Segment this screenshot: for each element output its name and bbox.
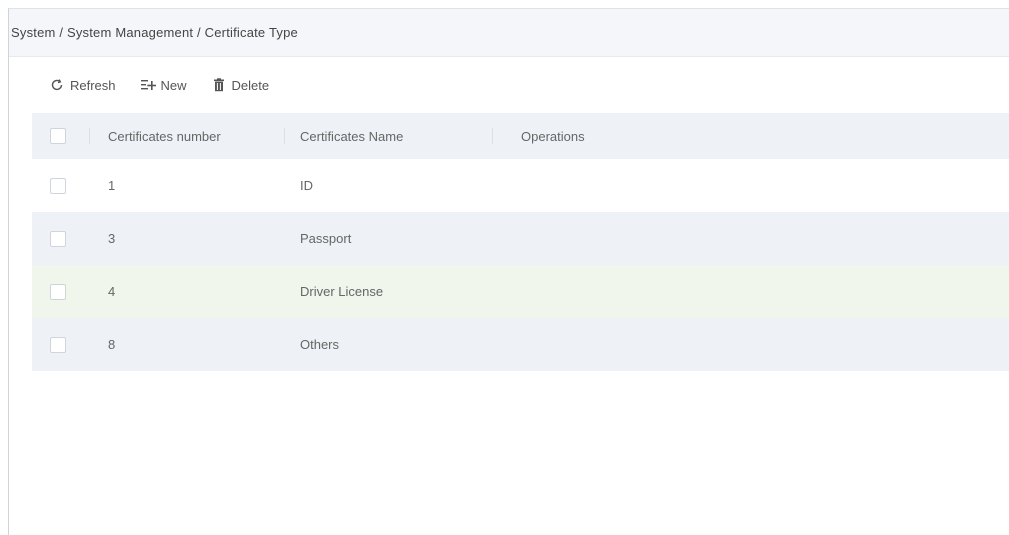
refresh-button[interactable]: Refresh (49, 77, 116, 93)
add-list-icon (140, 77, 156, 93)
row-checkbox[interactable] (50, 283, 66, 300)
breadcrumb-bar: System / System Management / Certificate… (9, 9, 1009, 57)
select-all-checkbox[interactable] (50, 128, 66, 144)
table-header: Certificates number Certificates Name Op… (32, 113, 1009, 159)
new-label: New (160, 77, 187, 93)
breadcrumb: System / System Management / Certificate… (11, 25, 298, 40)
certificate-number: 8 (108, 337, 116, 352)
delete-label: Delete (231, 77, 270, 93)
certificate-name: Others (300, 337, 340, 352)
table-row[interactable]: 8 Others (32, 318, 1009, 371)
certificate-number: 4 (108, 284, 116, 299)
row-checkbox[interactable] (50, 230, 66, 247)
column-divider (284, 128, 285, 144)
column-header-operations: Operations (521, 128, 585, 144)
content-panel: System / System Management / Certificate… (8, 8, 1009, 535)
row-checkbox[interactable] (50, 336, 66, 353)
refresh-label: Refresh (70, 77, 116, 93)
table-row[interactable]: 3 Passport (32, 212, 1009, 265)
certificate-number: 3 (108, 231, 116, 246)
column-divider (492, 128, 493, 144)
column-header-name[interactable]: Certificates Name (300, 129, 403, 144)
table-row[interactable]: 4 Driver License (32, 265, 1009, 318)
certificate-table: Certificates number Certificates Name Op… (32, 113, 1009, 371)
column-divider (89, 128, 90, 144)
certificate-name: Passport (300, 231, 352, 246)
certificate-number: 1 (108, 178, 116, 193)
refresh-icon (49, 77, 65, 93)
new-button[interactable]: New (140, 77, 187, 93)
toolbar: Refresh New Delete (49, 75, 293, 95)
certificate-name: ID (300, 178, 313, 193)
delete-button[interactable]: Delete (211, 77, 270, 93)
certificate-name: Driver License (300, 284, 384, 299)
table-row[interactable]: 1 ID (32, 159, 1009, 212)
column-header-number[interactable]: Certificates number (108, 129, 221, 144)
row-checkbox[interactable] (50, 177, 66, 194)
trash-icon (211, 77, 227, 93)
